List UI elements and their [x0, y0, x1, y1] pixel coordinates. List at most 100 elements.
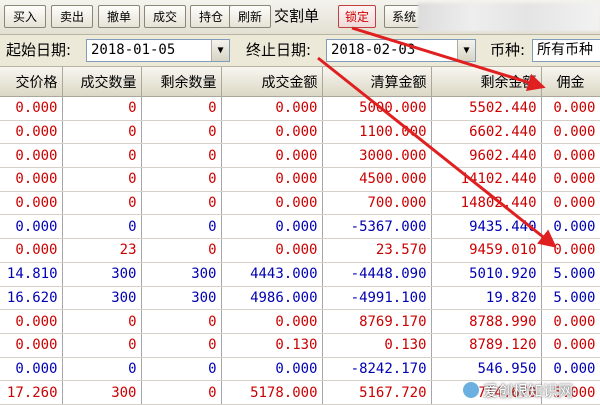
- table-cell: 8788.990: [431, 309, 542, 334]
- table-row[interactable]: 0.000 23 0 0.000 23.570 9459.010 0.000: [0, 238, 600, 263]
- table-cell: 4986.000: [221, 286, 323, 311]
- table-cell: 5178.000: [221, 380, 323, 405]
- table-cell: 0: [141, 357, 222, 382]
- table-cell: 0: [62, 96, 142, 121]
- cancel-order-button[interactable]: 撤单: [98, 5, 140, 28]
- table-row[interactable]: 0.000 0 0 0.000 1100.000 6602.440 0.000: [0, 120, 600, 145]
- watermark-text: 爱创根知识网: [483, 382, 574, 400]
- table-cell: 300: [141, 262, 222, 287]
- table-row[interactable]: 0.000 0 0 0.000 -5367.000 9435.440 0.000: [0, 214, 600, 240]
- table-cell: 14.810: [0, 262, 63, 287]
- table-cell: 14802.440: [431, 191, 542, 216]
- table-row[interactable]: 0.000 0 0 0.130 0.130 8789.120 0.000: [0, 333, 600, 358]
- table-cell: 0.000: [0, 357, 63, 382]
- table-cell: 0: [62, 120, 142, 145]
- table-cell: 0: [62, 214, 142, 240]
- table-cell: 0.130: [322, 333, 432, 358]
- table-row[interactable]: 0.000 0 0 0.000 5000.000 5502.440 0.000: [0, 96, 600, 121]
- end-date-select[interactable]: 2018-02-03 ▼: [326, 39, 476, 62]
- table-cell: 0.000: [541, 191, 600, 216]
- table-cell: 0: [62, 309, 142, 334]
- table-cell: 0.000: [0, 167, 63, 192]
- table-cell: -8242.170: [322, 357, 432, 382]
- column-header[interactable]: 剩余金额: [431, 67, 542, 97]
- delivery-table: 交价格 成交数量 剩余数量 成交金额 清算金额 剩余金额 佣金 0.000 0 0 0…: [0, 67, 600, 405]
- chevron-down-icon[interactable]: ▼: [211, 40, 229, 61]
- table-cell: 0.000: [0, 120, 63, 145]
- tab-delivery-statement[interactable]: 交割单: [274, 5, 319, 28]
- deals-button[interactable]: 成交: [144, 5, 186, 28]
- table-cell: 3000.000: [322, 143, 432, 169]
- column-header[interactable]: 剩余数量: [141, 67, 222, 97]
- table-cell: 0.000: [541, 214, 600, 240]
- start-date-select[interactable]: 2018-01-05 ▼: [86, 39, 230, 62]
- table-cell: 5167.720: [322, 380, 432, 405]
- table-cell: 9602.440: [431, 143, 542, 169]
- currency-value: 所有币种: [537, 42, 593, 58]
- table-cell: 23: [62, 238, 142, 263]
- lock-button[interactable]: 锁定: [338, 5, 376, 28]
- table-cell: 0: [141, 120, 222, 145]
- table-row[interactable]: 16.620 300 300 4986.000 -4991.100 19.820 5.000: [0, 286, 600, 311]
- table-cell: 0.000: [0, 333, 63, 358]
- table-cell: 0.000: [221, 309, 323, 334]
- table-row[interactable]: 0.000 0 0 0.000 4500.000 14102.440 0.000: [0, 167, 600, 192]
- column-header[interactable]: 交价格: [0, 67, 63, 97]
- column-header[interactable]: 清算金额: [322, 67, 432, 97]
- refresh-button[interactable]: 刷新: [229, 5, 271, 28]
- table-cell: -4991.100: [322, 286, 432, 311]
- table-cell: 0: [141, 96, 222, 121]
- table-cell: -4448.090: [322, 262, 432, 287]
- table-cell: 0.000: [221, 191, 323, 216]
- table-cell: 0: [141, 191, 222, 216]
- table-cell: 0.000: [0, 143, 63, 169]
- table-row[interactable]: 14.810 300 300 4443.000 -4448.090 5010.920 5.0…: [0, 262, 600, 287]
- column-header[interactable]: 成交金额: [221, 67, 323, 97]
- table-cell: 700.000: [322, 191, 432, 216]
- table-cell: 0: [62, 143, 142, 169]
- table-cell: 300: [62, 380, 142, 405]
- table-cell: 0.000: [0, 214, 63, 240]
- watermark-logo-icon: [462, 381, 480, 399]
- chevron-down-icon[interactable]: ▼: [457, 40, 475, 61]
- table-row[interactable]: 0.000 0 0 0.000 -8242.170 546.950 0.000: [0, 357, 600, 382]
- column-header[interactable]: 成交数量: [62, 67, 142, 97]
- table-cell: 300: [62, 262, 142, 287]
- currency-label: 币种:: [490, 41, 526, 59]
- table-cell: 0.000: [0, 191, 63, 216]
- table-cell: 0.000: [541, 167, 600, 192]
- table-row[interactable]: 0.000 0 0 0.000 3000.000 9602.440 0.000: [0, 143, 600, 169]
- blurred-area: [418, 3, 600, 31]
- table-cell: 0.000: [541, 333, 600, 358]
- table-cell: 4443.000: [221, 262, 323, 287]
- table-cell: 4500.000: [322, 167, 432, 192]
- buy-button[interactable]: 买入: [4, 5, 46, 28]
- sell-button[interactable]: 卖出: [51, 5, 93, 28]
- currency-select[interactable]: 所有币种: [532, 39, 600, 62]
- table-row[interactable]: 0.000 0 0 0.000 8769.170 8788.990 0.000: [0, 309, 600, 334]
- table-cell: 0.000: [0, 96, 63, 121]
- table-cell: 0: [141, 143, 222, 169]
- table-cell: 9459.010: [431, 238, 542, 263]
- table-cell: 0: [62, 357, 142, 382]
- table-cell: 5502.440: [431, 96, 542, 121]
- table-cell: 9435.440: [431, 214, 542, 240]
- toolbar: 买入 卖出 撤单 成交 持仓 刷新 交割单 锁定 系统: [0, 0, 600, 35]
- table-cell: 8769.170: [322, 309, 432, 334]
- table-cell: 0.000: [221, 214, 323, 240]
- column-header[interactable]: 佣金: [541, 67, 600, 97]
- table-row[interactable]: 0.000 0 0 0.000 700.000 14802.440 0.000: [0, 191, 600, 216]
- positions-button[interactable]: 持仓: [190, 5, 232, 28]
- table-cell: 14102.440: [431, 167, 542, 192]
- start-date-value: 2018-01-05: [91, 42, 176, 58]
- table-cell: 0: [141, 167, 222, 192]
- table-cell: 5.000: [541, 262, 600, 287]
- table-cell: 0.000: [0, 309, 63, 334]
- table-cell: 0.000: [541, 309, 600, 334]
- table-cell: 8789.120: [431, 333, 542, 358]
- table-cell: 0.000: [221, 238, 323, 263]
- table-cell: 16.620: [0, 286, 63, 311]
- table-cell: 5.000: [541, 286, 600, 311]
- table-cell: 300: [62, 286, 142, 311]
- table-cell: 0.000: [221, 96, 323, 121]
